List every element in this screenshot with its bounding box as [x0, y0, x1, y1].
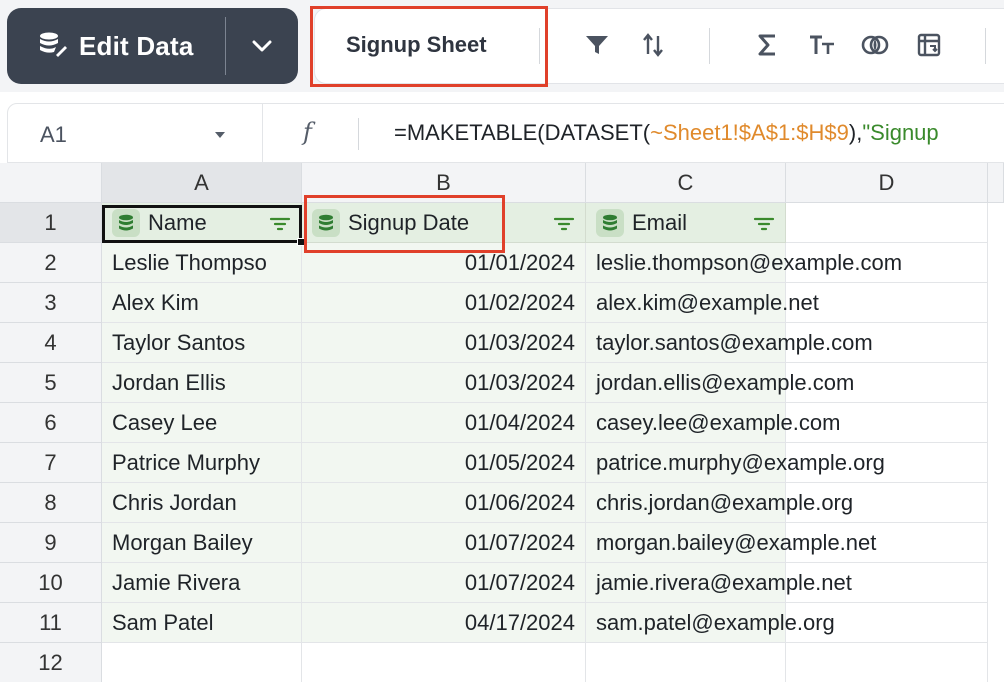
formula-bar-divider — [262, 104, 263, 164]
row-header[interactable]: 4 — [0, 323, 102, 363]
row-header[interactable]: 2 — [0, 243, 102, 283]
sum-icon[interactable] — [752, 30, 782, 60]
cell-email[interactable]: casey.lee@example.com — [586, 403, 840, 443]
cell-email[interactable]: taylor.santos@example.com — [586, 323, 873, 363]
cell-name[interactable]: Casey Lee — [102, 403, 302, 443]
cell[interactable] — [586, 643, 786, 682]
toolbar-divider — [985, 28, 986, 64]
cell-signup-date[interactable]: 01/06/2024 — [302, 483, 586, 523]
column-header-e[interactable] — [988, 163, 1004, 203]
column-header-d[interactable]: D — [786, 163, 988, 203]
cell-signup-date[interactable]: 01/07/2024 — [302, 563, 586, 603]
row-header[interactable]: 1 — [0, 203, 102, 243]
row-header[interactable]: 12 — [0, 643, 102, 682]
formula-text: =MAKETABLE(DATASET( — [394, 120, 651, 145]
cell-signup-date[interactable]: 01/03/2024 — [302, 363, 586, 403]
cell[interactable] — [786, 643, 988, 682]
signup-date-highlight — [304, 195, 505, 253]
cell-signup-date[interactable]: 01/07/2024 — [302, 523, 586, 563]
cell-signup-date[interactable]: 01/03/2024 — [302, 323, 586, 363]
row-header[interactable]: 3 — [0, 283, 102, 323]
cell-name[interactable]: Alex Kim — [102, 283, 302, 323]
toolbar-divider — [709, 28, 710, 64]
cell-name[interactable]: Jordan Ellis — [102, 363, 302, 403]
select-all-corner[interactable] — [0, 163, 102, 203]
caret-down-icon[interactable] — [214, 126, 226, 144]
cell-name[interactable]: Patrice Murphy — [102, 443, 302, 483]
edit-data-split-button: Edit Data — [7, 8, 298, 84]
database-edit-icon — [37, 29, 67, 64]
toolbar: Edit Data Signup Sheet — [0, 0, 1004, 92]
row-header[interactable]: 7 — [0, 443, 102, 483]
join-icon[interactable] — [860, 30, 890, 60]
sort-icon[interactable] — [638, 30, 668, 60]
formula-string: "Signup — [862, 120, 939, 145]
cell-email[interactable]: leslie.thompson@example.com — [586, 243, 902, 283]
formula-range-ref: ~Sheet1!$A$1:$H$9 — [650, 120, 849, 145]
cell-signup-date[interactable]: 04/17/2024 — [302, 603, 586, 643]
cell-email[interactable]: jordan.ellis@example.com — [586, 363, 854, 403]
formula-input[interactable]: =MAKETABLE(DATASET(~Sheet1!$A$1:$H$9),"S… — [394, 120, 939, 146]
text-format-icon[interactable] — [807, 30, 837, 60]
active-cell-outline — [102, 205, 302, 243]
cell-email[interactable]: alex.kim@example.net — [586, 283, 819, 323]
database-icon — [596, 208, 624, 237]
cell[interactable] — [102, 643, 302, 682]
edit-data-label: Edit Data — [79, 30, 194, 61]
filter-icon[interactable] — [582, 30, 612, 60]
cell[interactable] — [302, 643, 586, 682]
cell-signup-date[interactable]: 01/05/2024 — [302, 443, 586, 483]
column-header-a[interactable]: A — [102, 163, 302, 203]
cell-signup-date[interactable]: 01/04/2024 — [302, 403, 586, 443]
row-header[interactable]: 5 — [0, 363, 102, 403]
column-header-c[interactable]: C — [586, 163, 786, 203]
cell-name[interactable]: Taylor Santos — [102, 323, 302, 363]
cell-name[interactable]: Leslie Thompso — [102, 243, 302, 283]
spreadsheet-app: Edit Data Signup Sheet A1 f =MAKETABLE(D… — [0, 0, 1004, 682]
row-header[interactable]: 9 — [0, 523, 102, 563]
chevron-down-icon — [252, 40, 272, 52]
cell-signup-date[interactable]: 01/02/2024 — [302, 283, 586, 323]
filter-lines-icon[interactable] — [553, 213, 575, 239]
edit-data-dropdown[interactable] — [226, 8, 298, 84]
filter-lines-icon[interactable] — [753, 213, 775, 239]
edit-data-button[interactable]: Edit Data — [7, 8, 225, 84]
pivot-icon[interactable] — [914, 30, 944, 60]
row-header[interactable]: 11 — [0, 603, 102, 643]
cell-email[interactable]: chris.jordan@example.org — [586, 483, 853, 523]
formula-bar: A1 f =MAKETABLE(DATASET(~Sheet1!$A$1:$H$… — [7, 103, 1004, 164]
cell-email[interactable]: sam.patel@example.org — [586, 603, 835, 643]
row-header[interactable]: 10 — [0, 563, 102, 603]
table-header-label: Email — [632, 209, 688, 235]
toolbar-divider — [539, 28, 540, 64]
row-header[interactable]: 8 — [0, 483, 102, 523]
cell[interactable] — [786, 203, 988, 243]
cell-name[interactable]: Chris Jordan — [102, 483, 302, 523]
sheet-tab-signup[interactable]: Signup Sheet — [346, 32, 487, 58]
formula-text: ), — [848, 120, 863, 145]
cell-email[interactable]: patrice.murphy@example.org — [586, 443, 885, 483]
table-header-email[interactable]: Email — [586, 203, 786, 243]
function-icon: f — [303, 118, 312, 146]
cell-reference-box[interactable]: A1 — [40, 122, 67, 148]
cell-name[interactable]: Sam Patel — [102, 603, 302, 643]
cell-name[interactable]: Jamie Rivera — [102, 563, 302, 603]
cell-email[interactable]: morgan.bailey@example.net — [586, 523, 876, 563]
cell-email[interactable]: jamie.rivera@example.net — [586, 563, 852, 603]
cell-name[interactable]: Morgan Bailey — [102, 523, 302, 563]
row-header[interactable]: 6 — [0, 403, 102, 443]
formula-bar-divider — [358, 118, 359, 150]
